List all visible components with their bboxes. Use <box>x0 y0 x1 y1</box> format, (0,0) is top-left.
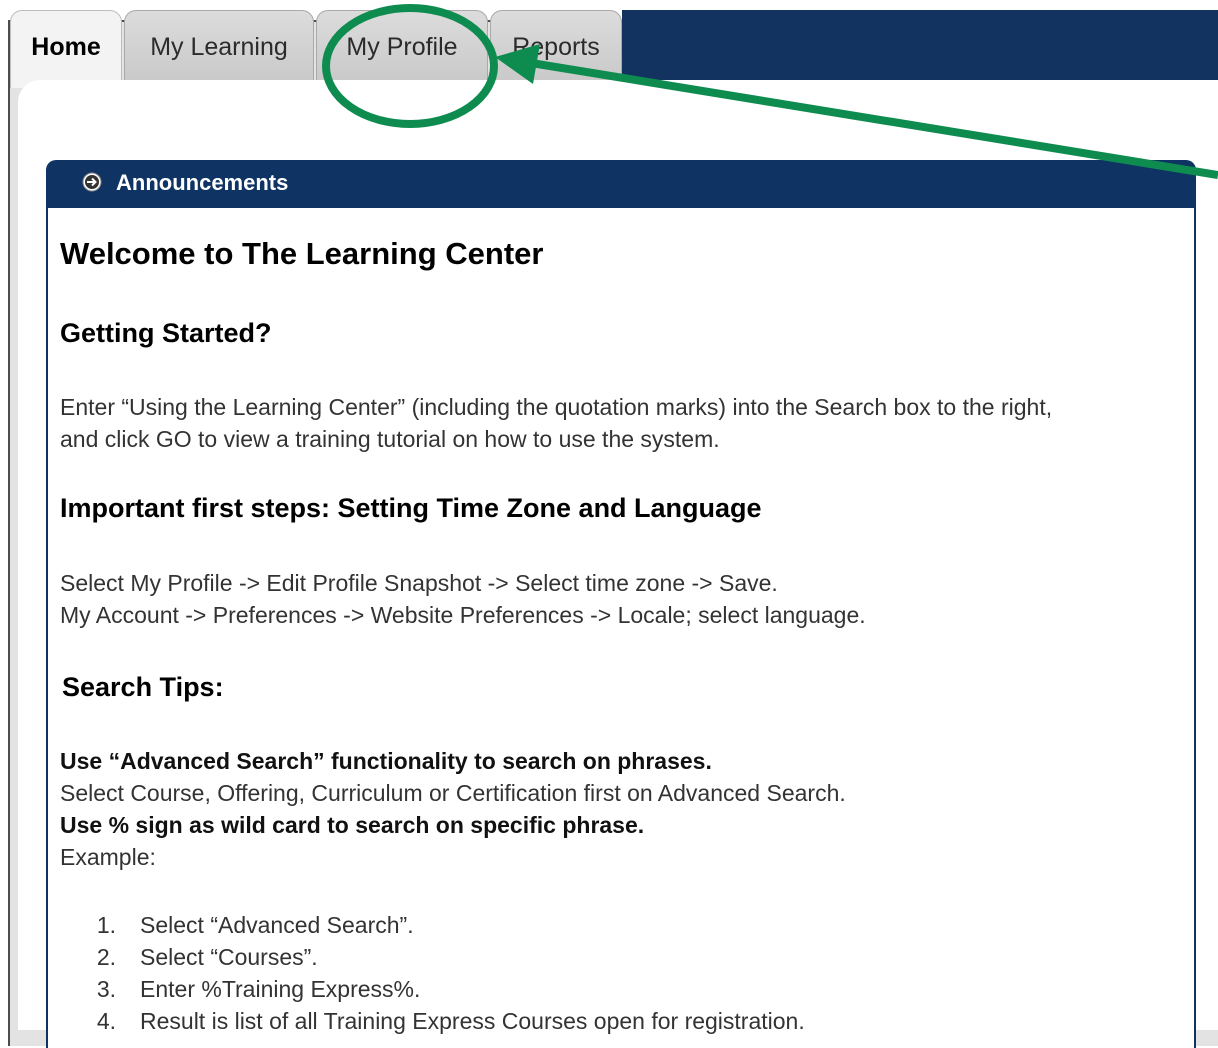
tip1-text: Select Course, Offering, Curriculum or C… <box>60 780 846 806</box>
list-item: Enter %Training Express%. <box>140 976 421 1002</box>
list-item-number: 2. <box>96 944 116 970</box>
tab-home[interactable]: Home <box>10 10 122 88</box>
tip1-bold: Use “Advanced Search” functionality to s… <box>60 748 712 774</box>
announcements-title: Announcements <box>116 170 289 195</box>
tab-reports[interactable]: Reports <box>490 10 622 82</box>
browser-frame: Home My Learning My Profile Reports Anno… <box>0 0 1218 1048</box>
list-item-number: 4. <box>96 1008 116 1034</box>
search-tips-heading: Search Tips: <box>62 672 224 702</box>
list-item-number: 1. <box>96 912 116 938</box>
announcements-panel-header[interactable]: Announcements <box>46 160 1196 208</box>
tab-my-learning[interactable]: My Learning <box>124 10 314 82</box>
first-steps-text-line1: Select My Profile -> Edit Profile Snapsh… <box>60 570 778 596</box>
example-label: Example: <box>60 844 156 870</box>
welcome-heading: Welcome to The Learning Center <box>60 236 544 271</box>
tab-my-profile[interactable]: My Profile <box>316 10 488 82</box>
first-steps-text-line2: My Account -> Preferences -> Website Pre… <box>60 602 866 628</box>
list-item: Select “Courses”. <box>140 944 318 970</box>
getting-started-text-line2: and click GO to view a training tutorial… <box>60 426 720 452</box>
getting-started-text-line1: Enter “Using the Learning Center” (inclu… <box>60 394 1053 420</box>
announcements-panel-body: Welcome to The Learning Center Getting S… <box>46 208 1196 1048</box>
tip2-bold: Use % sign as wild card to search on spe… <box>60 812 645 838</box>
list-item: Result is list of all Training Express C… <box>140 1008 805 1034</box>
getting-started-heading: Getting Started? <box>60 318 272 348</box>
top-nav-bar <box>622 10 1218 88</box>
list-item: Select “Advanced Search”. <box>140 912 414 938</box>
arrow-circle-icon <box>82 172 102 192</box>
first-steps-heading: Important first steps: Setting Time Zone… <box>60 493 762 523</box>
list-item-number: 3. <box>96 976 116 1002</box>
